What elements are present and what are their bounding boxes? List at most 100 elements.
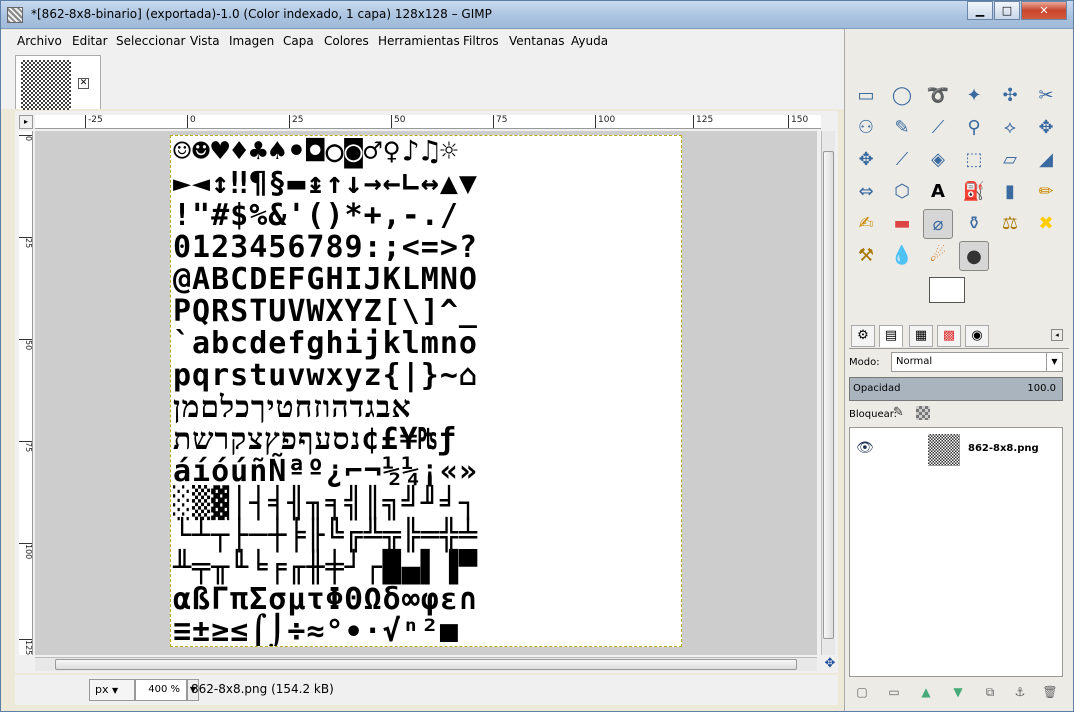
horizontal-scroll-thumb[interactable]	[55, 659, 797, 670]
mode-select[interactable]: Normal ▼	[891, 352, 1063, 372]
image-canvas[interactable]: ☺☻♥♦♣♠•◘○◙♂♀♪♫☼ ►◄↕‼¶§▬↨↑↓→←∟↔▲▼ !"#$%&'…	[170, 135, 682, 647]
dodge-burn-tool[interactable]: ●	[959, 241, 989, 271]
menu-bar: Archivo Editar Seleccionar Vista Imagen …	[1, 30, 844, 52]
measure-tool[interactable]: ⟡	[995, 113, 1025, 143]
paths-tool[interactable]: ✎	[887, 113, 917, 143]
horizontal-scrollbar[interactable]	[35, 657, 817, 671]
new-layer-icon[interactable]: ▢	[853, 683, 871, 701]
scale-tool[interactable]: ⬚	[959, 145, 989, 175]
move-tool[interactable]: ✥	[1031, 113, 1061, 143]
text-tool[interactable]: A	[923, 177, 953, 207]
close-button[interactable]: ✕	[1021, 1, 1067, 20]
menu-capa[interactable]: Capa	[283, 34, 314, 48]
align-tool[interactable]: ✥	[851, 145, 881, 175]
menu-filtros[interactable]: Filtros	[463, 34, 499, 48]
glyph-row: áíóúñÑªº¿⌐¬½¼¡«»	[173, 454, 478, 489]
heal-tool[interactable]: ✖	[1031, 209, 1061, 239]
mode-value: Normal	[896, 356, 933, 367]
menu-archivo[interactable]: Archivo	[17, 34, 62, 48]
panel-menu-icon[interactable]: ◂	[1051, 329, 1063, 341]
blur-tool[interactable]: 💧	[887, 241, 917, 271]
menu-editar[interactable]: Editar	[72, 34, 108, 48]
clone-tool[interactable]: ⚖	[995, 209, 1025, 239]
raise-layer-icon[interactable]: ▲	[917, 683, 935, 701]
rect-select-tool[interactable]: ▭	[851, 81, 881, 111]
vertical-scrollbar[interactable]	[821, 131, 835, 655]
rotate-tool[interactable]: ◈	[923, 145, 953, 175]
ink-tool[interactable]: ⚱	[959, 209, 989, 239]
menu-herramientas[interactable]: Herramientas	[378, 34, 460, 48]
zoom-field[interactable]: 400 %	[135, 679, 187, 701]
blend-tool[interactable]: ▮	[995, 177, 1025, 207]
image-viewport[interactable]: ☺☻♥♦♣♠•◘○◙♂♀♪♫☼ ►◄↕‼¶§▬↨↑↓→←∟↔▲▼ !"#$%&'…	[35, 131, 817, 655]
channels-tab[interactable]: ▦	[909, 325, 933, 347]
vertical-ruler[interactable]: 0 25 50 75 100 125	[19, 131, 33, 655]
crop-tool[interactable]: ⟋	[887, 145, 917, 175]
cage-tool[interactable]: ⬡	[887, 177, 917, 207]
horizontal-ruler[interactable]: -25 0 25 50 75 100 125 150	[35, 115, 821, 129]
opacity-slider[interactable]: Opacidad 100.0	[849, 377, 1063, 401]
menu-vista[interactable]: Vista	[190, 34, 220, 48]
color-picker-tool[interactable]: ⟋	[923, 113, 953, 143]
glyph-row: αßΓπΣσµτΦΘΩδ∞φε∩	[173, 582, 478, 617]
scissors-tool[interactable]: ✂	[1031, 81, 1061, 111]
flip-tool[interactable]: ⇔	[851, 177, 881, 207]
tool-options-tab[interactable]: ⚙	[851, 325, 875, 347]
select-by-color-tool[interactable]: ✣	[995, 81, 1025, 111]
status-bar: px ▼ 400 % ▼ 862-8x8.png (154.2 kB)	[15, 675, 838, 705]
glyph-row: ☺☻♥♦♣♠•◘○◙♂♀♪♫☼	[173, 135, 459, 169]
lock-alpha-icon[interactable]	[916, 406, 930, 420]
layers-tab[interactable]: ▤	[879, 325, 903, 347]
menu-ayuda[interactable]: Ayuda	[571, 34, 608, 48]
zoom-tool[interactable]: ⚲	[959, 113, 989, 143]
layer-buttons: ▢ ▭ ▲ ▼ ⧉ ⚓ 🗑	[849, 681, 1063, 703]
layers-list[interactable]: 👁 862-8x8.png	[849, 427, 1063, 677]
maximize-button[interactable]: □	[994, 1, 1020, 20]
unit-select[interactable]: px ▼	[89, 679, 135, 701]
ruler-tick: -25	[85, 115, 103, 128]
layer-name[interactable]: 862-8x8.png	[968, 443, 1039, 454]
menu-seleccionar[interactable]: Seleccionar	[116, 34, 185, 48]
visibility-eye-icon[interactable]: 👁	[856, 440, 874, 456]
airbrush-tool[interactable]: ⌀	[923, 209, 953, 239]
bucket-fill-tool[interactable]: ⛽	[959, 177, 989, 207]
navigate-icon[interactable]: ✥	[823, 657, 837, 671]
layer-row[interactable]: 👁 862-8x8.png	[850, 432, 1062, 468]
foreground-select-tool[interactable]: ⚇	[851, 113, 881, 143]
anchor-layer-icon[interactable]: ⚓	[1011, 683, 1029, 701]
lower-layer-icon[interactable]: ▼	[949, 683, 967, 701]
ruler-tick: 25	[289, 115, 303, 128]
free-select-tool[interactable]: ➰	[923, 81, 953, 111]
delete-layer-icon[interactable]: 🗑	[1041, 683, 1059, 701]
paths-tab[interactable]: ▩	[937, 325, 961, 347]
menu-colores[interactable]: Colores	[324, 34, 369, 48]
color-swatches[interactable]	[927, 277, 983, 321]
shear-tool[interactable]: ▱	[995, 145, 1025, 175]
gimp-app-icon[interactable]	[7, 7, 23, 23]
duplicate-layer-icon[interactable]: ⧉	[981, 683, 999, 701]
brushes-tab[interactable]: ◉	[965, 325, 989, 347]
new-layer-group-icon[interactable]: ▭	[885, 683, 903, 701]
fuzzy-select-tool[interactable]: ✦	[959, 81, 989, 111]
close-tab-icon[interactable]: ✕	[78, 78, 89, 89]
title-bar[interactable]: *[862-8x8-binario] (exportada)-1.0 (Colo…	[1, 1, 1073, 29]
image-tab[interactable]: ✕	[15, 55, 101, 110]
menu-imagen[interactable]: Imagen	[229, 34, 274, 48]
minimize-button[interactable]: ▁	[967, 1, 993, 20]
opacity-label: Opacidad	[853, 383, 901, 394]
glyph-row: PQRSTUVWXYZ[\]^_	[173, 294, 478, 329]
perspective-tool[interactable]: ◢	[1031, 145, 1061, 175]
perspective-clone-tool[interactable]: ⚒	[851, 241, 881, 271]
glyph-row: נסעףפץצקרשת¢£¥₧ƒ	[173, 422, 457, 457]
ruler-tick: 100	[595, 115, 615, 128]
quick-mask-toggle[interactable]: ▸	[19, 115, 33, 129]
lock-pixels-icon[interactable]: ✎	[893, 405, 904, 420]
foreground-color[interactable]	[929, 277, 965, 303]
paintbrush-tool[interactable]: ✍	[851, 209, 881, 239]
menu-ventanas[interactable]: Ventanas	[509, 34, 565, 48]
eraser-tool[interactable]: ▬	[887, 209, 917, 239]
pencil-tool[interactable]: ✏	[1031, 177, 1061, 207]
ellipse-select-tool[interactable]: ◯	[887, 81, 917, 111]
smudge-tool[interactable]: ☄	[923, 241, 953, 271]
vertical-scroll-thumb[interactable]	[823, 151, 834, 639]
